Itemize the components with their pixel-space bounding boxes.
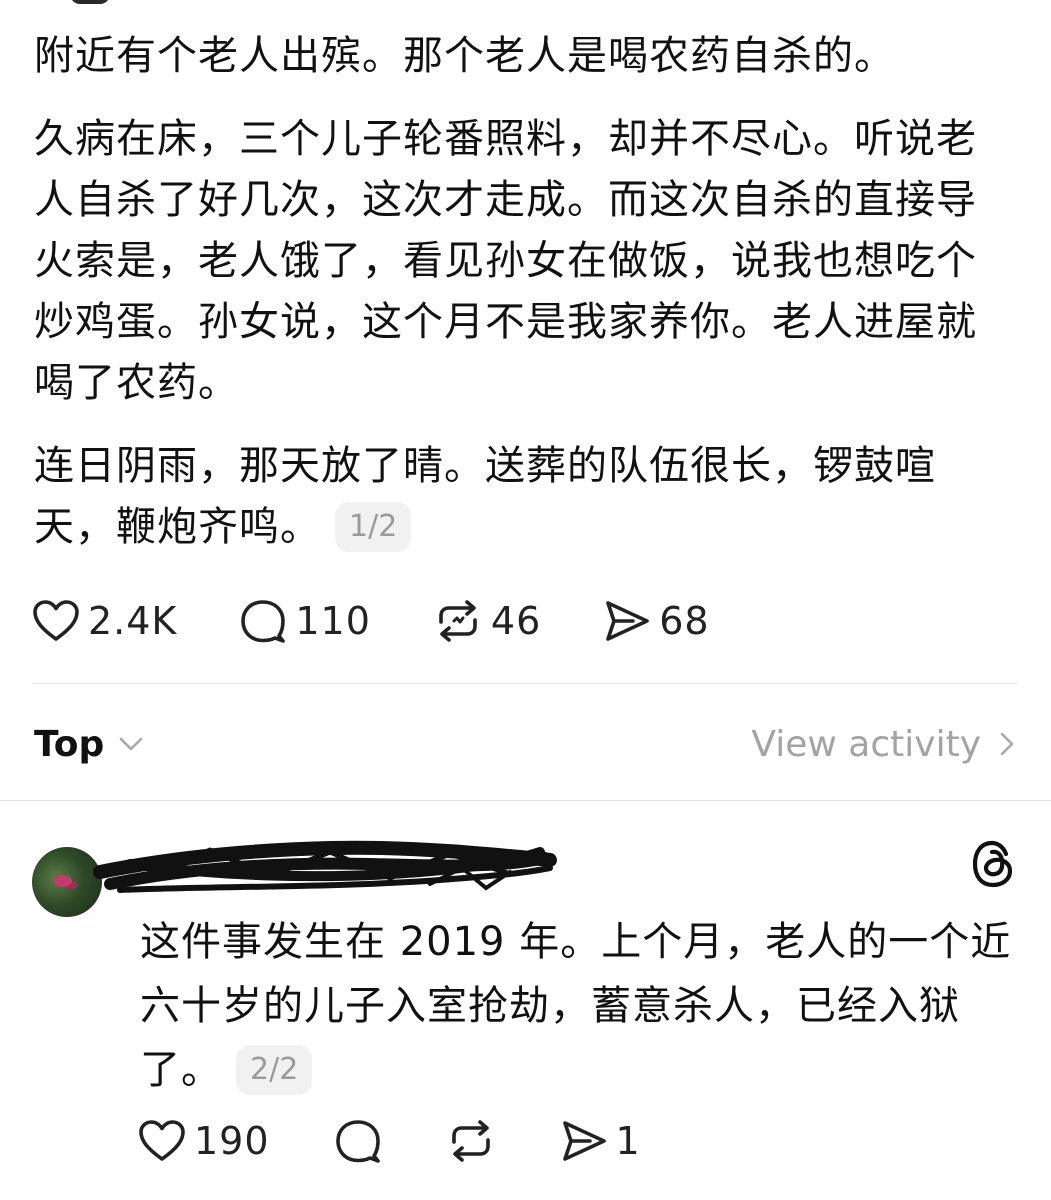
chevron-right-icon	[1000, 732, 1014, 756]
sort-divider	[0, 800, 1051, 801]
view-activity-link[interactable]: View activity	[751, 724, 1019, 765]
repost-button[interactable]: 46	[433, 598, 541, 644]
reply-comment-button[interactable]	[334, 1118, 382, 1164]
reply-button[interactable]: 110	[239, 598, 371, 644]
reply-body: 这件事发生在 2019 年。上个月，老人的一个近六十岁的儿子入室抢劫，蓄意杀人，…	[140, 910, 1020, 1102]
reply-share-count: 1	[615, 1119, 641, 1163]
reply-share-button[interactable]: 1	[560, 1119, 641, 1163]
chevron-down-icon	[119, 737, 143, 751]
avatar-photo-detail	[54, 875, 72, 887]
post-paragraph-text: 连日阴雨，那天放了晴。送葬的队伍很长，锣鼓喧天，鞭炮齐鸣。	[34, 443, 936, 550]
share-count: 68	[659, 599, 710, 643]
send-icon	[562, 1121, 606, 1161]
repost-icon	[451, 1120, 490, 1162]
post-actions: 2.4K 110 46 68	[32, 598, 710, 644]
post-paragraph: 久病在床，三个儿子轮番照料，却并不尽心。听说老人自杀了好几次，这次才走成。而这次…	[34, 116, 977, 406]
like-count: 2.4K	[88, 599, 178, 643]
repost-icon	[439, 600, 477, 642]
post-paragraph: 连日阴雨，那天放了晴。送葬的队伍很长，锣鼓喧天，鞭炮齐鸣。 1/2	[34, 436, 994, 558]
sort-dropdown[interactable]: Top	[34, 724, 146, 765]
repost-count: 46	[490, 599, 542, 643]
post-body: 附近有个老人出殡。那个老人是喝农药自杀的。 久病在床，三个儿子轮番照料，却并不尽…	[34, 26, 994, 580]
reply-like-count: 190	[194, 1119, 270, 1163]
previous-avatar-edge	[70, 0, 110, 4]
sort-label: Top	[34, 723, 105, 765]
view-activity-label: View activity	[751, 723, 981, 765]
threads-logo-icon[interactable]	[970, 838, 1018, 890]
reply-count: 110	[295, 599, 371, 643]
post-divider	[32, 683, 1018, 684]
comment-bubble-icon	[241, 600, 286, 643]
send-icon	[606, 601, 650, 641]
share-button[interactable]: 68	[603, 599, 709, 643]
thread-page-indicator: 2/2	[236, 1045, 313, 1095]
post-paragraph: 附近有个老人出殡。那个老人是喝农药自杀的。	[34, 33, 895, 79]
like-button[interactable]: 2.4K	[32, 599, 177, 643]
thread-page-indicator: 1/2	[335, 502, 412, 552]
heart-icon	[33, 600, 79, 641]
reply-like-button[interactable]: 190	[138, 1119, 270, 1163]
heart-icon	[139, 1120, 185, 1161]
username-redaction-scribble	[93, 840, 557, 893]
replies-sort-bar: Top View activity	[34, 712, 1019, 776]
reply-actions: 190 1	[138, 1118, 641, 1164]
comment-bubble-icon	[335, 1120, 380, 1163]
reply-repost-button[interactable]	[446, 1118, 496, 1164]
